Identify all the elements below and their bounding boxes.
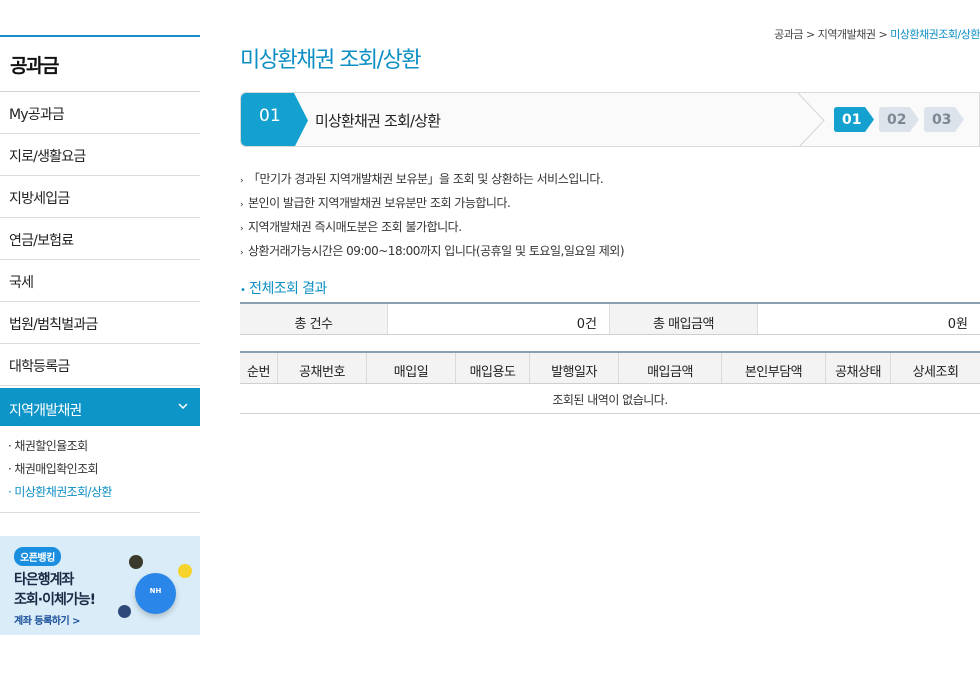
bank-logo-icon bbox=[178, 564, 192, 578]
sidebar-item-label: 지역개발채권 bbox=[9, 403, 82, 419]
column-header: 매입일 bbox=[366, 353, 455, 383]
total-amount-value: 0원 bbox=[757, 304, 980, 334]
open-banking-banner[interactable]: 오픈뱅킹 타은행계좌 조회·이체가능! 계좌 등록하기 > NH bbox=[0, 536, 200, 635]
step-badge-2: 02 bbox=[879, 107, 927, 133]
total-count-label: 총 건수 bbox=[240, 304, 387, 334]
sidebar-item-regional-bond[interactable]: 지역개발채권 bbox=[0, 388, 200, 426]
notice-item: › 「만기가 경과된 지역개발채권 보유분」을 조회 및 상환하는 서비스입니다. bbox=[240, 168, 624, 192]
coin-icon bbox=[129, 555, 143, 569]
section-title: • 전체조회 결과 bbox=[240, 281, 327, 297]
breadcrumb-current: 미상환채권조회/상환 bbox=[890, 28, 980, 41]
banner-headline: 타은행계좌 bbox=[14, 572, 74, 588]
total-count-value: 0건 bbox=[387, 304, 609, 334]
sidebar-item-local-tax[interactable]: 지방세입금 bbox=[0, 176, 200, 218]
bullet-icon: › bbox=[240, 176, 244, 186]
results-table: 순번 공채번호 매입일 매입용도 발행일자 매입금액 본인부담액 공채상태 상세… bbox=[240, 351, 980, 414]
bullet-icon: › bbox=[240, 248, 244, 258]
sidebar-item-my-bills[interactable]: My공과금 bbox=[0, 92, 200, 134]
total-amount-label: 총 매입금액 bbox=[609, 304, 757, 334]
step-label: 미상환채권 조회/상환 bbox=[315, 112, 441, 130]
column-header: 매입용도 bbox=[455, 353, 529, 383]
step-number: 01 bbox=[241, 93, 286, 146]
bullet-icon: • bbox=[240, 285, 246, 296]
register-account-link[interactable]: 계좌 등록하기 > bbox=[14, 612, 81, 627]
sidebar-item-giro[interactable]: 지로/생활요금 bbox=[0, 134, 200, 176]
sidebar-item-court-fine[interactable]: 법원/범칙벌과금 bbox=[0, 302, 200, 344]
column-header: 공채번호 bbox=[277, 353, 366, 383]
notice-item: › 상환거래가능시간은 09:00~18:00까지 입니다(공휴일 및 토요일,일… bbox=[240, 240, 625, 264]
column-header: 매입금액 bbox=[618, 353, 721, 383]
breadcrumb: 공과금 > 지역개발채권 > 미상환채권조회/상환 bbox=[774, 28, 980, 41]
chevron-right-icon bbox=[797, 93, 825, 146]
notice-list: › 「만기가 경과된 지역개발채권 보유분」을 조회 및 상환하는 서비스입니다.… bbox=[240, 168, 625, 264]
submenu: · 채권할인율조회 · 채권매입확인조회 · 미상환채권조회/상환 bbox=[0, 426, 200, 513]
banner-subheadline: 조회·이체가능! bbox=[14, 592, 96, 608]
bank-logo-icon bbox=[118, 605, 131, 618]
breadcrumb-item[interactable]: 지역개발채권 bbox=[818, 28, 876, 41]
notice-item: › 지역개발채권 즉시매도분은 조회 불가합니다. bbox=[240, 216, 624, 240]
empty-message: 조회된 내역이 없습니다. bbox=[240, 384, 980, 414]
summary-table: 총 건수 0건 총 매입금액 0원 bbox=[240, 302, 980, 335]
banner-badge: 오픈뱅킹 bbox=[14, 547, 61, 566]
notice-item: › 본인이 발급한 지역개발채권 보유분만 조회 가능합니다. bbox=[240, 192, 624, 216]
sidebar-item-pension[interactable]: 연금/보험료 bbox=[0, 218, 200, 260]
submenu-item-discount-rate[interactable]: · 채권할인율조회 bbox=[8, 435, 200, 458]
step-badge-1: 01 bbox=[834, 107, 882, 133]
bullet-icon: › bbox=[240, 200, 244, 210]
submenu-item-purchase-confirm[interactable]: · 채권매입확인조회 bbox=[8, 458, 200, 481]
step-indicator: 01 미상환채권 조회/상환 01 02 03 bbox=[240, 92, 980, 147]
nh-logo-icon: NH bbox=[135, 573, 176, 614]
step-arrow-icon bbox=[286, 93, 308, 146]
sidebar-title: 공과금 bbox=[0, 35, 200, 92]
submenu-item-unredeemed[interactable]: · 미상환채권조회/상환 bbox=[8, 481, 200, 504]
chevron-down-icon bbox=[178, 400, 188, 413]
column-header: 상세조회 bbox=[890, 353, 980, 383]
sidebar-item-national-tax[interactable]: 국세 bbox=[0, 260, 200, 302]
column-header: 공채상태 bbox=[825, 353, 890, 383]
column-header: 발행일자 bbox=[529, 353, 618, 383]
bullet-icon: › bbox=[240, 224, 244, 234]
table-header: 순번 공채번호 매입일 매입용도 발행일자 매입금액 본인부담액 공채상태 상세… bbox=[240, 351, 980, 384]
breadcrumb-item[interactable]: 공과금 bbox=[774, 28, 803, 41]
column-header: 본인부담액 bbox=[721, 353, 825, 383]
step-badge-3: 03 bbox=[924, 107, 972, 133]
column-header: 순번 bbox=[247, 365, 270, 380]
page-title: 미상환채권 조회/상환 bbox=[240, 48, 422, 73]
sidebar-item-tuition[interactable]: 대학등록금 bbox=[0, 344, 200, 386]
sidebar: 공과금 My공과금 지로/생활요금 지방세입금 연금/보험료 국세 법원/범칙벌… bbox=[0, 35, 200, 513]
